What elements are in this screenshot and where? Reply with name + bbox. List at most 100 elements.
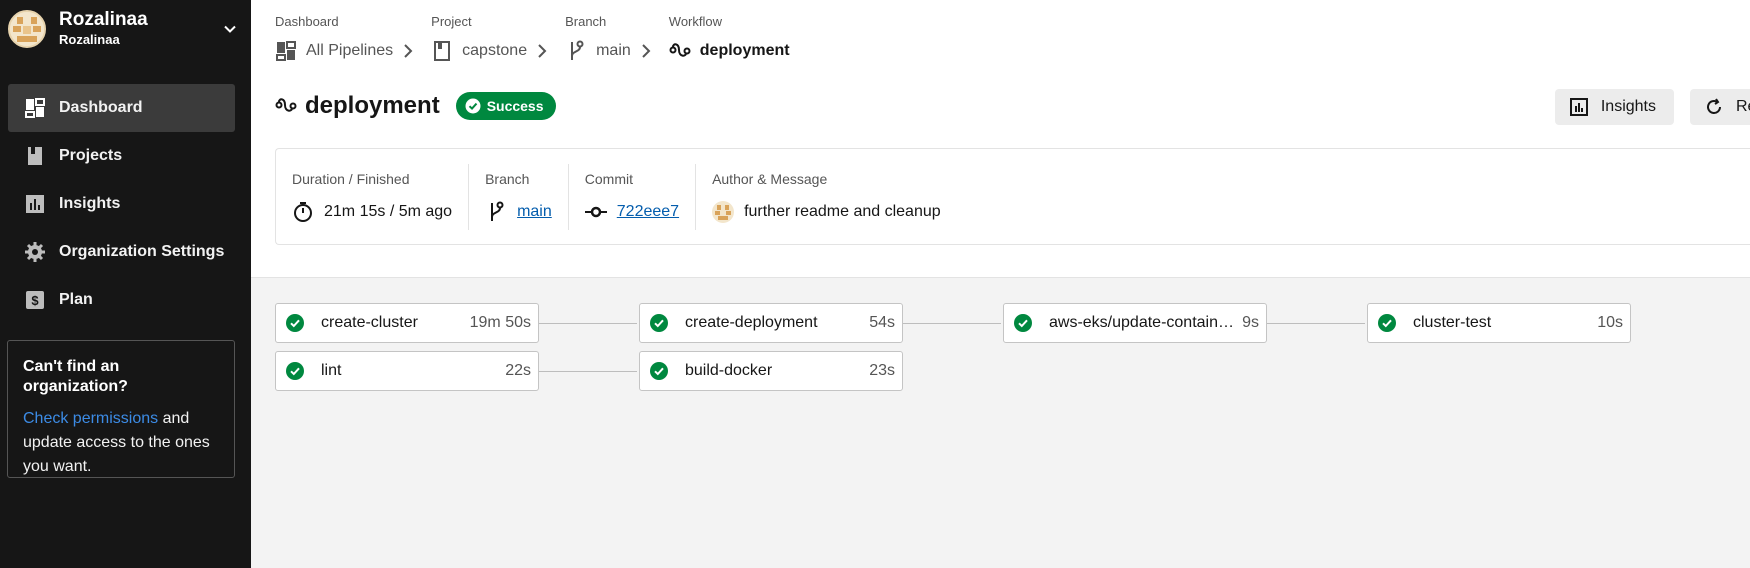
status-badge: Success: [455, 92, 556, 120]
chevron-down-icon[interactable]: [222, 21, 238, 42]
avatar: [712, 200, 735, 223]
insights-icon: [25, 194, 45, 214]
sidebar-nav: Dashboard Projects Insights Organization…: [8, 84, 235, 324]
timer-icon: [292, 201, 314, 223]
sidebar-item-plan[interactable]: $ Plan: [8, 276, 235, 324]
job-create-cluster[interactable]: create-cluster 19m 50s: [275, 303, 539, 343]
job-name: lint: [321, 362, 342, 379]
workflow-title-row: deployment Success: [275, 92, 556, 120]
meta-commit: Commit 722eee7: [569, 163, 697, 230]
job-build-docker[interactable]: build-docker 23s: [639, 351, 903, 391]
job-update-container-image[interactable]: aws-eks/update-container-image 9s: [1003, 303, 1267, 343]
meta-caption: Author & Message: [712, 170, 828, 187]
breadcrumb-caption: Workflow: [668, 14, 722, 29]
pipelines-icon: [275, 40, 297, 62]
sidebar-item-label: Projects: [59, 147, 123, 164]
sidebar-item-dashboard[interactable]: Dashboard: [8, 84, 235, 132]
sidebar-item-label: Insights: [59, 195, 121, 212]
sidebar-item-projects[interactable]: Projects: [8, 132, 235, 180]
commit-link[interactable]: 722eee7: [617, 203, 679, 221]
sidebar: Rozalinaa Rozalinaa Dashboard Projects I…: [0, 0, 251, 568]
meta-caption: Commit: [584, 170, 633, 187]
check-circle-icon: [1378, 314, 1396, 332]
breadcrumb-label: capstone: [462, 42, 528, 59]
job-name: create-cluster: [321, 314, 418, 331]
sidebar-item-label: Organization Settings: [59, 243, 225, 260]
status-label: Success: [486, 98, 544, 114]
workflow-meta: Duration / Finished 21m 15s / 5m ago Bra…: [275, 148, 1750, 245]
gear-icon: [25, 242, 45, 262]
page-title: deployment: [305, 92, 440, 119]
breadcrumb-caption: Dashboard: [275, 14, 339, 29]
workflow-graph: create-cluster 19m 50s create-deployment…: [251, 278, 1750, 568]
org-name: Rozalinaa: [59, 9, 148, 30]
sidebar-item-label: Dashboard: [59, 99, 143, 116]
org-username: Rozalinaa: [59, 32, 120, 47]
check-circle-icon: [650, 314, 668, 332]
breadcrumb-caption: Project: [431, 14, 472, 29]
avatar: [8, 10, 46, 48]
rerun-button-label: Re: [1736, 98, 1750, 115]
check-circle-icon: [286, 362, 304, 380]
rerun-button[interactable]: Re: [1690, 89, 1750, 125]
job-duration: 22s: [505, 362, 531, 379]
org-help-text: Check permissions and update access to t…: [23, 407, 219, 479]
meta-caption: Branch: [485, 170, 530, 187]
header-actions: Insights Re: [1539, 89, 1750, 125]
chevron-right-icon: [537, 44, 551, 58]
duration-value: 21m 15s / 5m ago: [324, 202, 453, 220]
chevron-right-icon: [403, 44, 417, 58]
projects-icon: [25, 146, 45, 166]
plan-icon: $: [25, 290, 45, 310]
branch-icon: [565, 40, 587, 62]
meta-duration: Duration / Finished 21m 15s / 5m ago: [276, 163, 470, 230]
breadcrumb-label: deployment: [699, 42, 790, 59]
job-duration: 10s: [1597, 314, 1623, 331]
org-help-card: Can't find an organization? Check permis…: [7, 340, 235, 478]
job-duration: 23s: [869, 362, 895, 379]
job-name: aws-eks/update-container-image: [1049, 314, 1236, 331]
job-cluster-test[interactable]: cluster-test 10s: [1367, 303, 1631, 343]
connector-line: [903, 323, 1001, 324]
job-name: cluster-test: [1413, 314, 1492, 331]
workflow-icon: [275, 95, 297, 117]
breadcrumb-branch[interactable]: Branch main: [565, 14, 655, 62]
check-circle-icon: [650, 362, 668, 380]
connector-line: [539, 323, 637, 324]
connector-line: [1267, 323, 1365, 324]
breadcrumb-label: All Pipelines: [306, 42, 394, 59]
check-circle-icon: [286, 314, 304, 332]
project-icon: [431, 40, 453, 62]
sidebar-item-insights[interactable]: Insights: [8, 180, 235, 228]
commit-message: further readme and cleanup: [744, 202, 941, 220]
meta-author: Author & Message further readme and clea…: [696, 164, 957, 230]
job-duration: 9s: [1242, 314, 1259, 331]
branch-icon: [485, 201, 507, 223]
check-circle-icon: [465, 98, 481, 114]
branch-link[interactable]: main: [517, 203, 552, 221]
chevron-right-icon: [641, 44, 655, 58]
breadcrumb-dashboard[interactable]: Dashboard All Pipelines: [275, 14, 417, 62]
meta-caption: Duration / Finished: [292, 170, 410, 187]
meta-branch: Branch main: [469, 163, 569, 230]
job-duration: 54s: [869, 314, 895, 331]
org-help-title: Can't find an organization?: [23, 358, 128, 395]
job-lint[interactable]: lint 22s: [275, 351, 539, 391]
insights-button-label: Insights: [1600, 98, 1656, 115]
breadcrumb-workflow[interactable]: Workflow deployment: [669, 14, 790, 62]
check-permissions-link[interactable]: Check permissions: [23, 410, 158, 427]
insights-button[interactable]: Insights: [1554, 89, 1674, 125]
connector-line: [539, 371, 637, 372]
breadcrumb-caption: Branch: [565, 14, 607, 29]
job-duration: 19m 50s: [469, 314, 531, 331]
job-name: create-deployment: [685, 314, 818, 331]
sidebar-item-label: Plan: [59, 291, 93, 308]
breadcrumb-label: main: [596, 42, 631, 59]
job-create-deployment[interactable]: create-deployment 54s: [639, 303, 903, 343]
insights-icon: [1569, 97, 1589, 117]
job-name: build-docker: [685, 362, 773, 379]
sidebar-item-organization-settings[interactable]: Organization Settings: [8, 228, 235, 276]
org-switcher[interactable]: Rozalinaa Rozalinaa: [8, 8, 238, 50]
breadcrumb-project[interactable]: Project capstone: [431, 14, 551, 62]
commit-icon: [584, 201, 607, 223]
